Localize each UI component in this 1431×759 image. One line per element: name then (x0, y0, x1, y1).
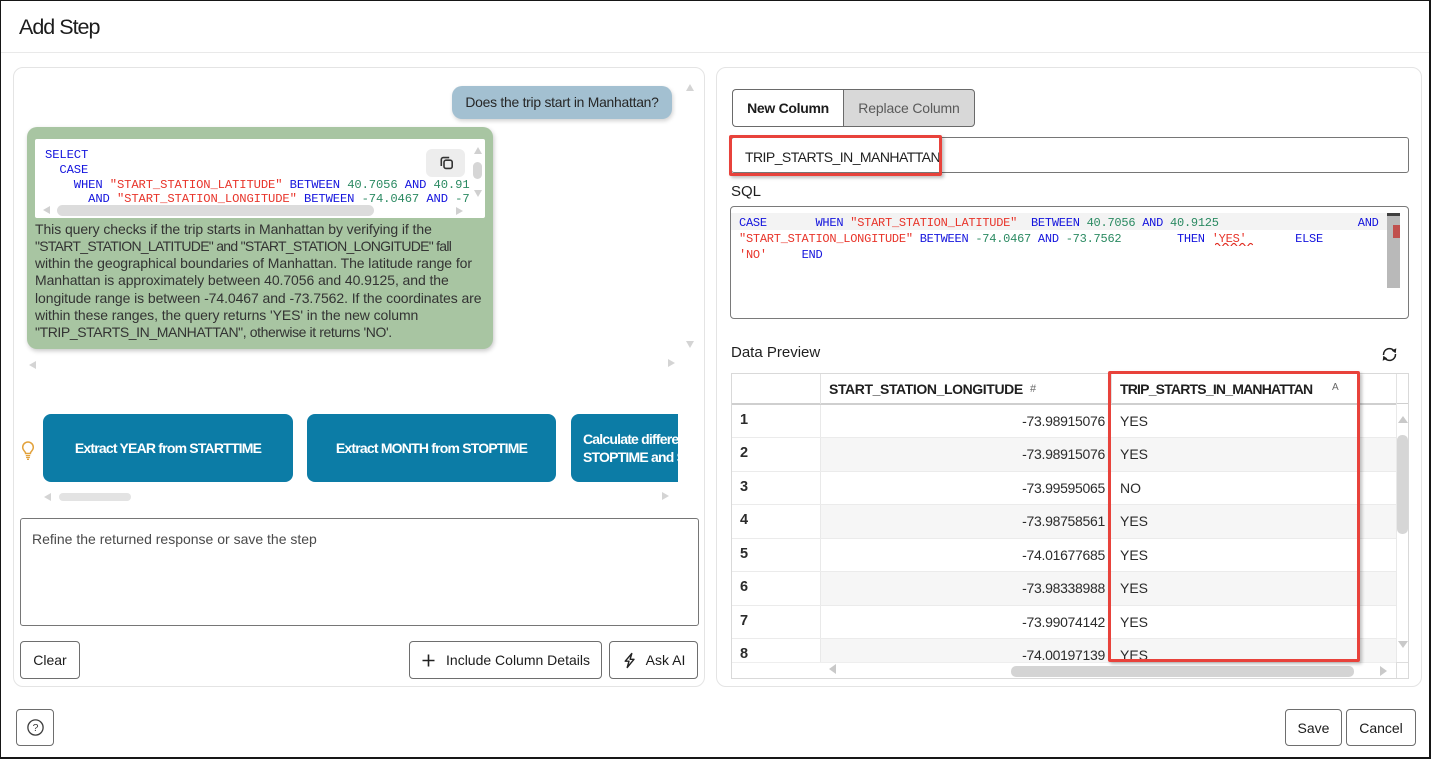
svg-text:?: ? (32, 722, 38, 734)
